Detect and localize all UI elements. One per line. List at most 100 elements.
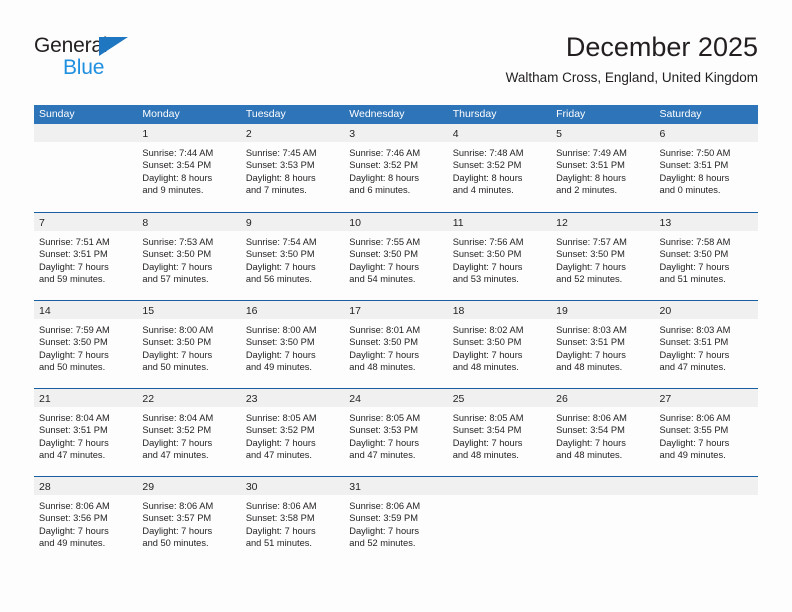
daylight-duration-line1: Daylight: 7 hours (659, 437, 730, 448)
weekday-header-row: Sunday Monday Tuesday Wednesday Thursday… (34, 105, 758, 124)
sunrise-time: Sunrise: 7:59 AM (39, 325, 110, 335)
daylight-duration-line2: and 50 minutes. (39, 362, 106, 373)
calendar-day-cell[interactable]: 17 Sunrise: 8:01 AM Sunset: 3:50 PM Dayligh… (344, 301, 448, 388)
calendar-day-cell[interactable]: 21 Sunrise: 8:04 AM Sunset: 3:51 PM Dayligh… (34, 389, 138, 476)
calendar-day-cell[interactable]: 27 Sunrise: 8:06 AM Sunset: 3:55 PM Dayligh… (654, 389, 758, 476)
sunset-time: Sunset: 3:50 PM (142, 249, 212, 260)
sunset-time: Sunset: 3:54 PM (556, 425, 625, 436)
daylight-duration-line2: and 50 minutes. (142, 538, 209, 549)
calendar-day-cell[interactable]: 7 Sunrise: 7:51 AM Sunset: 3:51 PM Daylight… (34, 213, 138, 300)
calendar-week-row: 14 Sunrise: 7:59 AM Sunset: 3:50 PM Dayligh… (34, 300, 758, 388)
day-sun-info: Sunrise: 8:02 AM Sunset: 3:50 PM Daylight:… (448, 319, 551, 374)
day-number: 24 (349, 393, 361, 405)
daylight-duration-line1: Daylight: 7 hours (142, 349, 213, 360)
calendar-day-cell[interactable]: 4 Sunrise: 7:48 AM Sunset: 3:52 PM Daylight… (447, 124, 552, 212)
day-number: 26 (556, 393, 568, 405)
calendar-day-cell[interactable]: 19 Sunrise: 8:03 AM Sunset: 3:51 PM Dayligh… (551, 301, 655, 388)
day-number: 8 (142, 217, 149, 229)
calendar-day-cell[interactable]: 22 Sunrise: 8:04 AM Sunset: 3:52 PM Dayligh… (137, 389, 241, 476)
day-number-band: 22 (137, 389, 241, 407)
sunset-time: Sunset: 3:51 PM (556, 337, 625, 348)
daylight-duration-line1: Daylight: 7 hours (245, 437, 316, 448)
calendar-day-cell[interactable]: 25 Sunrise: 8:05 AM Sunset: 3:54 PM Dayligh… (447, 389, 552, 476)
calendar-day-cell[interactable]: 26 Sunrise: 8:06 AM Sunset: 3:54 PM Dayligh… (551, 389, 655, 476)
calendar-day-cell[interactable]: 12 Sunrise: 7:57 AM Sunset: 3:50 PM Dayligh… (551, 213, 655, 300)
calendar-day-cell[interactable]: 3 Sunrise: 7:46 AM Sunset: 3:52 PM Daylight… (344, 124, 448, 212)
sunrise-time: Sunrise: 8:06 AM (142, 501, 214, 511)
calendar-day-cell[interactable]: 20 Sunrise: 8:03 AM Sunset: 3:51 PM Dayligh… (654, 301, 758, 388)
calendar-day-cell[interactable]: 30 Sunrise: 8:06 AM Sunset: 3:58 PM Dayligh… (240, 477, 345, 564)
day-sun-info: Sunrise: 8:03 AM Sunset: 3:51 PM Daylight:… (655, 319, 758, 374)
daylight-duration-line1: Daylight: 7 hours (659, 261, 730, 272)
calendar-day-cell[interactable]: 11 Sunrise: 7:56 AM Sunset: 3:50 PM Dayligh… (447, 213, 552, 300)
calendar-day-cell[interactable]: 5 Sunrise: 7:49 AM Sunset: 3:51 PM Daylight… (551, 124, 655, 212)
sunrise-time: Sunrise: 8:00 AM (245, 325, 317, 335)
sunset-time: Sunset: 3:50 PM (245, 337, 315, 348)
calendar-day-cell[interactable]: 1 Sunrise: 7:44 AM Sunset: 3:54 PM Daylight… (137, 124, 241, 212)
day-number: 23 (245, 393, 258, 405)
daylight-duration-line1: Daylight: 7 hours (245, 261, 316, 272)
calendar-day-cell[interactable]: 13 Sunrise: 7:58 AM Sunset: 3:50 PM Dayligh… (654, 213, 758, 300)
calendar-day-cell[interactable]: 10 Sunrise: 7:55 AM Sunset: 3:50 PM Dayligh… (344, 213, 448, 300)
sunset-time: Sunset: 3:50 PM (556, 249, 625, 260)
daylight-duration-line1: Daylight: 7 hours (556, 349, 626, 360)
daylight-duration-line2: and 57 minutes. (142, 274, 209, 285)
daylight-duration-line2: and 47 minutes. (349, 450, 416, 461)
title-block: December 2025 Waltham Cross, England, Un… (506, 30, 758, 86)
day-sun-info: Sunrise: 8:05 AM Sunset: 3:52 PM Daylight:… (241, 407, 344, 462)
sunset-time: Sunset: 3:51 PM (659, 337, 729, 348)
calendar-day-cell[interactable]: 29 Sunrise: 8:06 AM Sunset: 3:57 PM Dayligh… (137, 477, 241, 564)
daylight-duration-line1: Daylight: 7 hours (452, 349, 523, 360)
day-number-band: 27 (654, 389, 758, 407)
day-number: 20 (659, 305, 672, 317)
page-subtitle: Waltham Cross, England, United Kingdom (505, 70, 758, 85)
sunset-time: Sunset: 3:57 PM (142, 513, 212, 524)
calendar-day-cell[interactable]: 2 Sunrise: 7:45 AM Sunset: 3:53 PM Daylight… (240, 124, 345, 212)
sunrise-time: Sunrise: 8:01 AM (349, 325, 421, 335)
daylight-duration-line2: and 51 minutes. (245, 538, 312, 549)
calendar-day-cell[interactable]: 16 Sunrise: 8:00 AM Sunset: 3:50 PM Dayligh… (240, 301, 345, 388)
sunset-time: Sunset: 3:50 PM (659, 249, 729, 260)
calendar-day-cell[interactable]: 8 Sunrise: 7:53 AM Sunset: 3:50 PM Daylight… (137, 213, 241, 300)
daylight-duration-line1: Daylight: 8 hours (142, 172, 213, 183)
day-sun-info: Sunrise: 8:05 AM Sunset: 3:54 PM Daylight:… (448, 407, 551, 462)
daylight-duration-line1: Daylight: 7 hours (349, 525, 420, 536)
calendar-day-cell[interactable]: 18 Sunrise: 8:02 AM Sunset: 3:50 PM Dayligh… (447, 301, 552, 388)
day-sun-info: Sunrise: 7:55 AM Sunset: 3:50 PM Daylight:… (344, 231, 447, 286)
calendar-day-cell-empty (34, 124, 138, 212)
day-sun-info: Sunrise: 8:06 AM Sunset: 3:55 PM Daylight:… (655, 407, 758, 462)
daylight-duration-line1: Daylight: 7 hours (452, 437, 523, 448)
calendar-day-cell-empty (551, 477, 655, 564)
calendar-day-cell[interactable]: 31 Sunrise: 8:06 AM Sunset: 3:59 PM Dayligh… (344, 477, 448, 564)
daylight-duration-line2: and 48 minutes. (349, 362, 416, 373)
day-number: 2 (245, 128, 252, 140)
daylight-duration-line1: Daylight: 7 hours (556, 261, 626, 272)
logo-text-general: General (34, 34, 108, 57)
day-number: 22 (142, 393, 155, 405)
day-sun-info: Sunrise: 8:03 AM Sunset: 3:51 PM Daylight:… (551, 319, 654, 374)
day-sun-info: Sunrise: 7:48 AM Sunset: 3:52 PM Daylight:… (448, 142, 551, 197)
sunset-time: Sunset: 3:52 PM (245, 425, 315, 436)
sunrise-time: Sunrise: 7:55 AM (349, 237, 421, 247)
sunset-time: Sunset: 3:50 PM (452, 337, 522, 348)
calendar-day-cell[interactable]: 28 Sunrise: 8:06 AM Sunset: 3:56 PM Dayligh… (34, 477, 138, 564)
day-number-band: 23 (240, 389, 345, 407)
day-number-band: 9 (240, 213, 345, 231)
logo-triangle-icon (99, 37, 128, 56)
day-number: 3 (349, 128, 356, 140)
calendar-day-cell[interactable]: 9 Sunrise: 7:54 AM Sunset: 3:50 PM Daylight… (240, 213, 345, 300)
calendar-day-cell[interactable]: 6 Sunrise: 7:50 AM Sunset: 3:51 PM Daylight… (654, 124, 758, 212)
day-number-band: 3 (344, 124, 448, 142)
day-number-band (447, 477, 552, 495)
daylight-duration-line1: Daylight: 8 hours (245, 172, 316, 183)
calendar-day-cell[interactable]: 15 Sunrise: 8:00 AM Sunset: 3:50 PM Dayligh… (137, 301, 241, 388)
page-title: December 2025 (565, 32, 758, 62)
daylight-duration-line2: and 47 minutes. (142, 450, 209, 461)
calendar-day-cell[interactable]: 14 Sunrise: 7:59 AM Sunset: 3:50 PM Dayligh… (34, 301, 138, 388)
day-number-band: 21 (34, 389, 138, 407)
calendar-day-cell[interactable]: 24 Sunrise: 8:05 AM Sunset: 3:53 PM Dayligh… (344, 389, 448, 476)
day-number: 28 (39, 481, 51, 493)
day-number: 11 (452, 217, 464, 229)
sunrise-time: Sunrise: 8:03 AM (659, 325, 731, 335)
calendar-day-cell[interactable]: 23 Sunrise: 8:05 AM Sunset: 3:52 PM Dayligh… (240, 389, 345, 476)
